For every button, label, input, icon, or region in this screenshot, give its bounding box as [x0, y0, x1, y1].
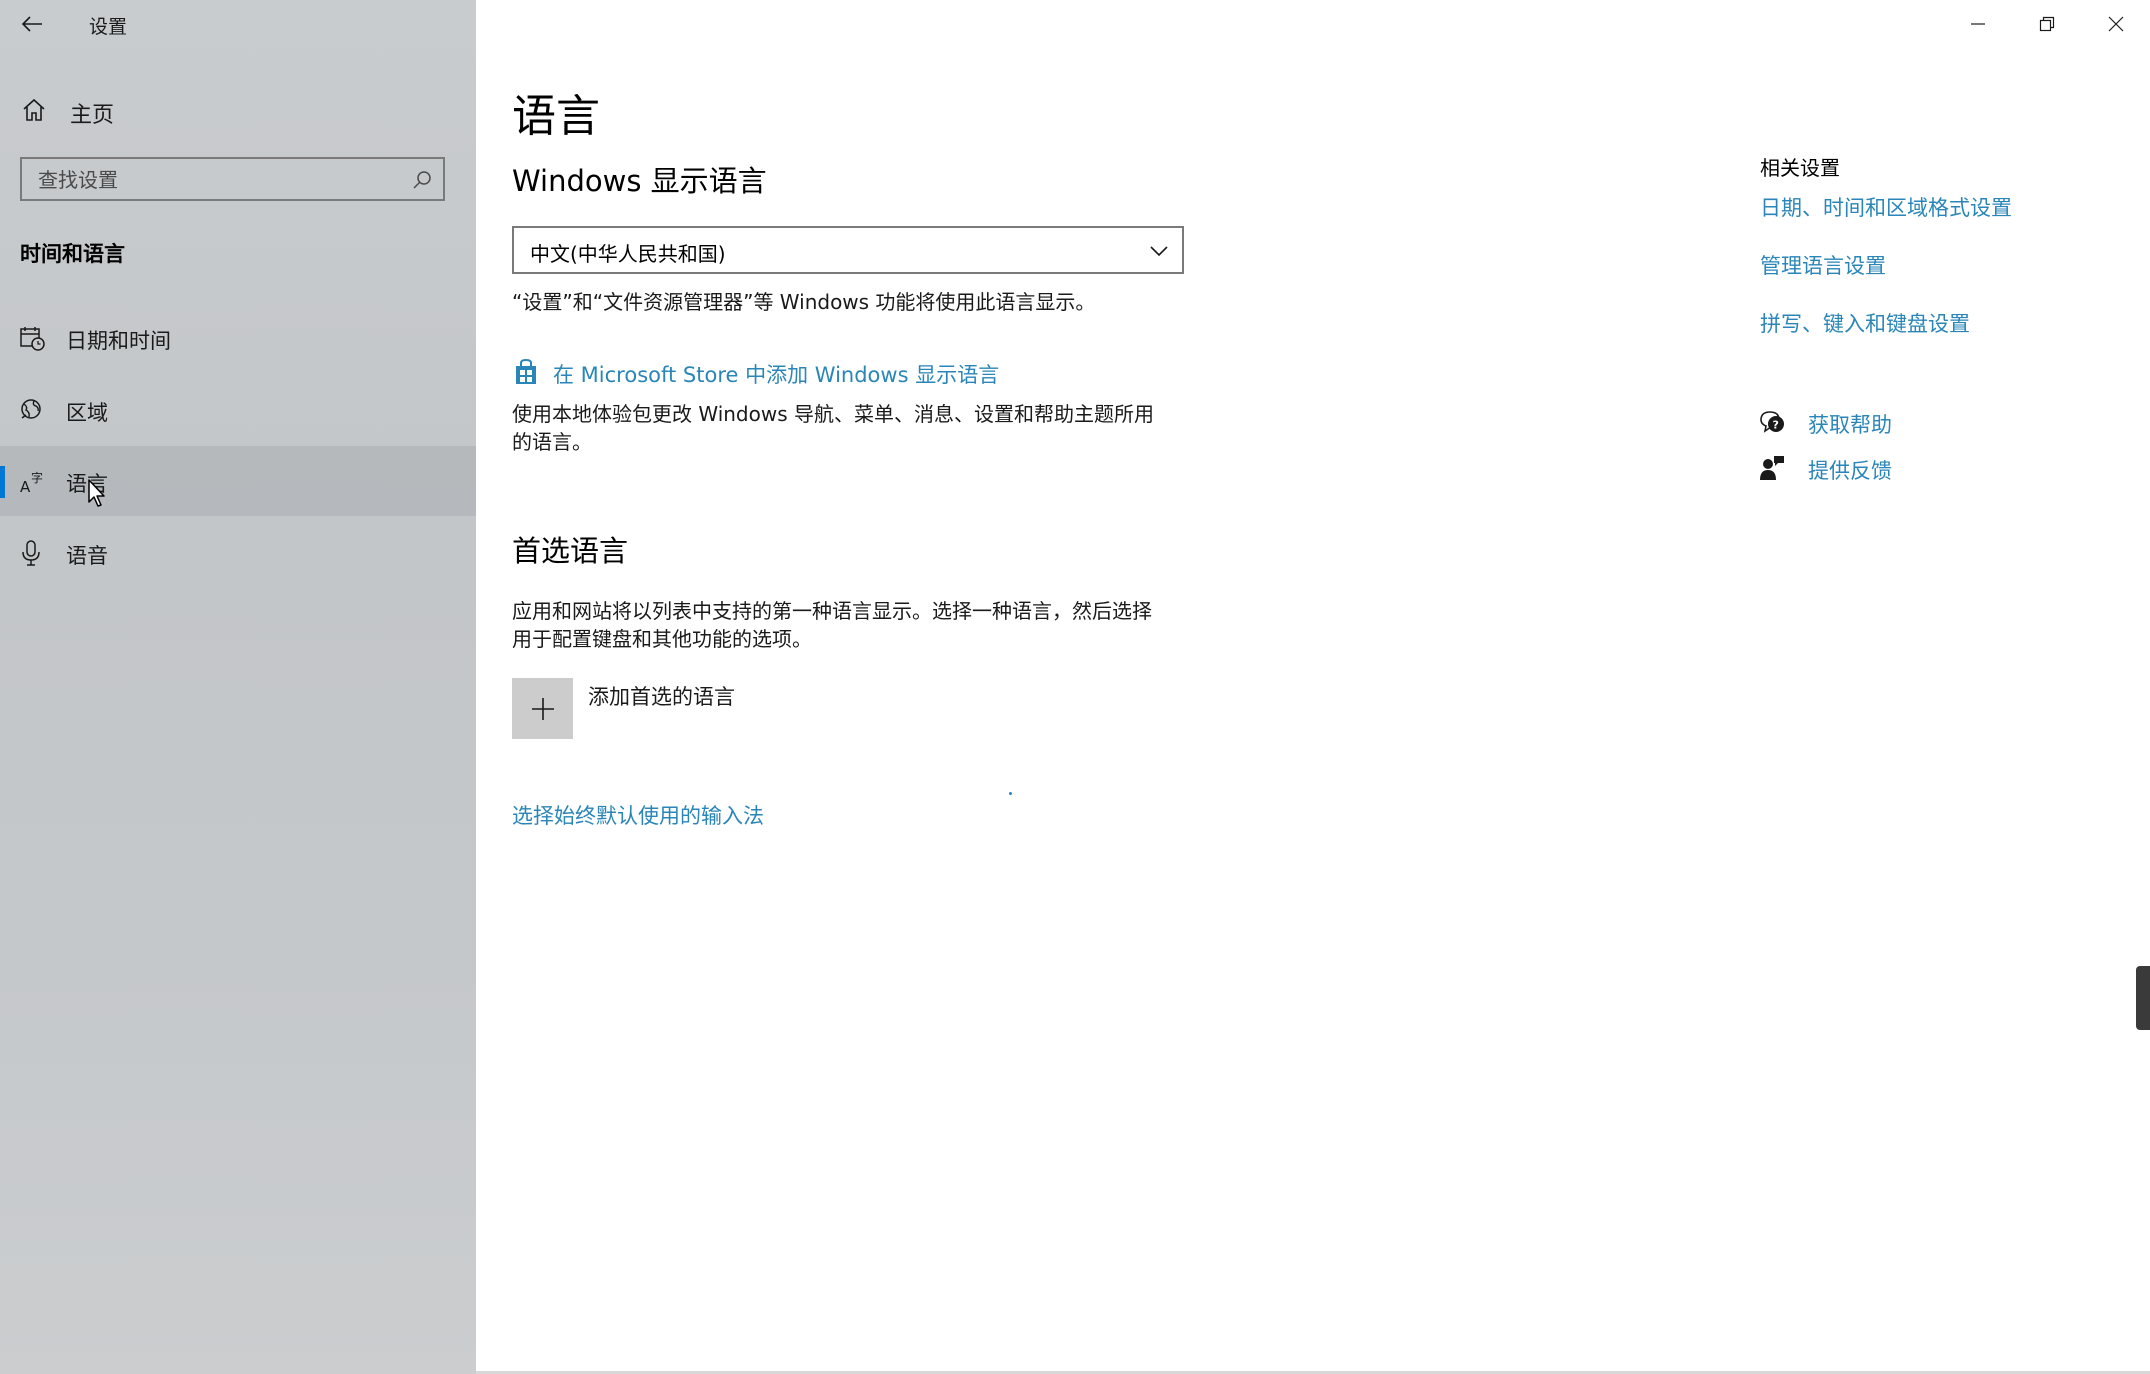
titlebar: 设置 [0, 0, 476, 48]
store-link-text[interactable]: 在 Microsoft Store 中添加 Windows 显示语言 [553, 359, 999, 389]
feedback-link[interactable]: 提供反馈 [1758, 452, 2058, 484]
restore-icon [2039, 16, 2054, 32]
chevron-down-icon [1150, 246, 1168, 257]
home-icon [23, 98, 45, 121]
restore-button[interactable] [2012, 0, 2081, 48]
dropdown-value: 中文(中华人民共和国) [530, 242, 726, 266]
search-icon[interactable] [411, 169, 433, 191]
search-box[interactable] [20, 157, 445, 201]
svg-text:?: ? [1773, 419, 1779, 432]
add-language-label: 添加首选的语言 [588, 685, 735, 709]
store-description-line2: 的语言。 [512, 430, 592, 454]
language-icon: A 字 [20, 470, 43, 495]
preferred-description-line1: 应用和网站将以列表中支持的第一种语言显示。选择一种语言，然后选择 [512, 599, 1152, 623]
sidebar-item-label: 日期和时间 [66, 329, 171, 353]
related-link-date-region[interactable]: 日期、时间和区域格式设置 [1760, 192, 2012, 222]
mouse-cursor-icon [88, 479, 105, 507]
preferred-description-line2: 用于配置键盘和其他功能的选项。 [512, 627, 812, 651]
add-language-button[interactable]: 添加首选的语言 [512, 678, 1112, 740]
sidebar: 设置 主页 时间和语言 日期和时间 [0, 0, 476, 1374]
focus-dot [1009, 792, 1012, 795]
window-controls [1943, 0, 2150, 48]
sidebar-item-label: 区域 [66, 401, 108, 425]
input-method-link[interactable]: 选择始终默认使用的输入法 [512, 800, 764, 830]
sidebar-item-date-time[interactable]: 日期和时间 [0, 303, 476, 373]
close-button[interactable] [2081, 0, 2150, 48]
related-settings-title: 相关设置 [1760, 156, 1840, 180]
back-arrow-icon [21, 16, 42, 32]
store-description-line1: 使用本地体验包更改 Windows 导航、菜单、消息、设置和帮助主题所用 [512, 402, 1154, 426]
close-icon [2108, 16, 2123, 32]
plus-box[interactable] [512, 678, 573, 739]
section-title: 时间和语言 [20, 242, 125, 266]
feedback-person-icon [1760, 456, 1784, 480]
side-scroll-tab[interactable] [2136, 966, 2150, 1030]
search-input[interactable] [36, 165, 400, 195]
sidebar-item-home[interactable]: 主页 [0, 88, 476, 132]
sidebar-item-label: 语音 [66, 544, 108, 568]
feedback-label: 提供反馈 [1808, 459, 1892, 483]
help-chat-icon: ? [1760, 411, 1784, 433]
sidebar-item-label: 主页 [70, 103, 115, 128]
preferred-languages-heading: 首选语言 [512, 534, 629, 568]
page-title: 语言 [512, 91, 600, 142]
svg-text:字: 字 [31, 470, 43, 485]
app-title: 设置 [89, 16, 128, 38]
related-link-manage-language[interactable]: 管理语言设置 [1760, 250, 1886, 280]
display-language-dropdown[interactable]: 中文(中华人民共和国) [512, 226, 1184, 274]
display-language-heading: Windows 显示语言 [512, 164, 767, 198]
microphone-icon [22, 540, 40, 566]
display-language-description: “设置”和“文件资源管理器”等 Windows 功能将使用此语言显示。 [512, 290, 1096, 314]
calendar-clock-icon [20, 327, 45, 351]
minimize-icon [1970, 23, 1985, 25]
get-help-label: 获取帮助 [1808, 413, 1892, 437]
globe-icon [21, 399, 41, 419]
get-help-link[interactable]: ? 获取帮助 [1758, 406, 2058, 438]
related-link-spelling-keyboard[interactable]: 拼写、键入和键盘设置 [1760, 308, 1970, 338]
sidebar-item-region[interactable]: 区域 [0, 375, 476, 445]
store-bag-icon [516, 358, 536, 384]
sidebar-item-speech[interactable]: 语音 [0, 518, 476, 588]
sidebar-item-language[interactable]: A 字 语言 [0, 446, 476, 516]
svg-text:A: A [20, 478, 31, 495]
minimize-button[interactable] [1943, 0, 2012, 48]
plus-icon [531, 697, 554, 720]
back-button[interactable] [14, 8, 50, 40]
selection-indicator [0, 466, 5, 498]
settings-window: 设置 主页 时间和语言 日期和时间 [0, 0, 2150, 1374]
